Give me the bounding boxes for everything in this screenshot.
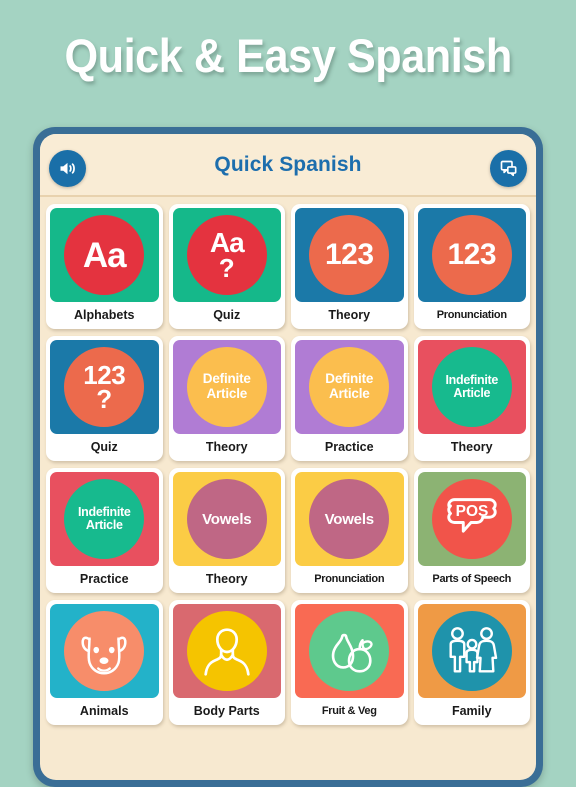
tile-glyph: 123? — [83, 360, 126, 414]
tile-label: Theory — [205, 572, 248, 587]
app-header: Quick Spanish — [40, 134, 536, 197]
tile-icon-circle: Aa — [64, 215, 145, 295]
tile-label: Pronunciation — [314, 573, 385, 585]
tile-icon-circle: POS — [431, 479, 512, 559]
tile-artwork: Indefinite Article — [50, 472, 159, 566]
tile-label: Animals — [79, 704, 129, 719]
tile-artwork: 123 — [417, 208, 526, 302]
lesson-tile[interactable]: Aa? Quiz — [168, 204, 285, 329]
tile-label: Body Parts — [193, 704, 260, 719]
tile-artwork: Vowels — [172, 472, 281, 566]
tile-glyph: Definite Article — [202, 371, 251, 401]
tile-artwork: Definite Article — [172, 340, 281, 434]
tile-artwork — [417, 604, 526, 698]
tile-icon-circle — [431, 611, 512, 691]
lesson-tile[interactable]: Family — [413, 600, 530, 725]
tile-icon-circle: Aa? — [186, 215, 267, 295]
tile-artwork: Aa? — [172, 208, 281, 302]
tile-artwork: POS — [417, 472, 526, 566]
lesson-tile[interactable]: Definite Article Theory — [168, 336, 285, 461]
tile-glyph: Vowels — [202, 510, 252, 528]
tile-label: Theory — [205, 440, 248, 455]
tile-glyph: Vowels — [324, 510, 375, 528]
tile-label: Parts of Speech — [432, 573, 512, 585]
lesson-tile[interactable]: Indefinite Article Practice — [46, 468, 163, 593]
person-bust-icon — [196, 620, 258, 682]
tile-glyph: Aa? — [209, 227, 245, 283]
lesson-tile[interactable]: Indefinite Article Theory — [413, 336, 530, 461]
tile-artwork: Definite Article — [295, 340, 404, 434]
tile-glyph: Definite Article — [325, 371, 374, 401]
tile-glyph: Aa — [82, 235, 127, 275]
tile-glyph: Indefinite Article — [445, 372, 499, 400]
tile-label: Quiz — [213, 308, 241, 323]
device-frame: Quick Spanish Aa Alphabets Aa? Quiz 123 Theor… — [33, 127, 543, 787]
app-screenshot: Quick & Easy Spanish Quick Spanish Aa Al… — [0, 0, 576, 787]
lesson-tile[interactable]: Animals — [46, 600, 163, 725]
sound-toggle-button[interactable] — [49, 150, 86, 187]
dog-face-icon — [73, 620, 135, 682]
family-group-icon — [441, 620, 503, 682]
tile-artwork: Aa — [50, 208, 159, 302]
tile-label: Quiz — [90, 440, 118, 455]
tile-label: Practice — [324, 440, 374, 455]
tile-icon-circle: Vowels — [186, 479, 267, 559]
tile-icon-circle: Vowels — [309, 479, 390, 559]
speaker-volume-icon — [57, 158, 78, 179]
tile-glyph: 123 — [324, 238, 374, 271]
lesson-tile[interactable]: Fruit & Veg — [291, 600, 408, 725]
tile-icon-circle: 123? — [64, 347, 145, 427]
tile-label: Practice — [79, 572, 129, 587]
svg-text:POS: POS — [455, 503, 488, 520]
tile-glyph: 123 — [447, 238, 497, 271]
tile-icon-circle: 123 — [309, 215, 390, 295]
lesson-tile[interactable]: Vowels Pronunciation — [291, 468, 408, 593]
tile-icon-circle: Definite Article — [309, 347, 390, 427]
lesson-grid: Aa Alphabets Aa? Quiz 123 Theory 123 Pronunciat… — [40, 197, 536, 725]
lesson-tile[interactable]: Vowels Theory — [168, 468, 285, 593]
lesson-tile[interactable]: 123 Pronunciation — [413, 204, 530, 329]
lesson-tile[interactable]: Aa Alphabets — [46, 204, 163, 329]
chat-button[interactable] — [490, 150, 527, 187]
tile-artwork — [50, 604, 159, 698]
tile-icon-circle — [309, 611, 390, 691]
tile-label: Theory — [328, 308, 371, 323]
fruit-pear-apple-icon — [318, 620, 380, 682]
tile-artwork: Vowels — [295, 472, 404, 566]
banner-title: Quick & Easy Spanish — [64, 28, 512, 82]
tile-icon-circle — [186, 611, 267, 691]
tile-label: Family — [451, 704, 492, 719]
tile-icon-circle — [64, 611, 145, 691]
lesson-tile[interactable]: 123? Quiz — [46, 336, 163, 461]
tile-icon-circle: 123 — [431, 215, 512, 295]
tile-artwork — [172, 604, 281, 698]
speech-bubble-pos-icon: POS — [441, 488, 503, 550]
tile-label: Pronunciation — [436, 309, 507, 321]
app-title: Quick Spanish — [214, 152, 362, 176]
lesson-tile[interactable]: 123 Theory — [291, 204, 408, 329]
lesson-tile[interactable]: Body Parts — [168, 600, 285, 725]
tile-artwork: 123? — [50, 340, 159, 434]
tile-artwork: Indefinite Article — [417, 340, 526, 434]
lesson-tile[interactable]: POS Parts of Speech — [413, 468, 530, 593]
promo-banner: Quick & Easy Spanish — [0, 0, 576, 110]
lesson-tile[interactable]: Definite Article Practice — [291, 336, 408, 461]
tile-icon-circle: Indefinite Article — [431, 347, 512, 427]
tile-label: Alphabets — [74, 308, 135, 323]
chat-bubbles-icon — [498, 158, 519, 179]
tile-artwork — [295, 604, 404, 698]
tile-artwork: 123 — [295, 208, 404, 302]
tile-label: Fruit & Veg — [321, 705, 377, 717]
tile-icon-circle: Definite Article — [186, 347, 267, 427]
tile-label: Theory — [450, 440, 493, 455]
app-screen: Quick Spanish Aa Alphabets Aa? Quiz 123 Theor… — [40, 134, 536, 780]
tile-glyph: Indefinite Article — [77, 504, 131, 532]
tile-icon-circle: Indefinite Article — [64, 479, 145, 559]
